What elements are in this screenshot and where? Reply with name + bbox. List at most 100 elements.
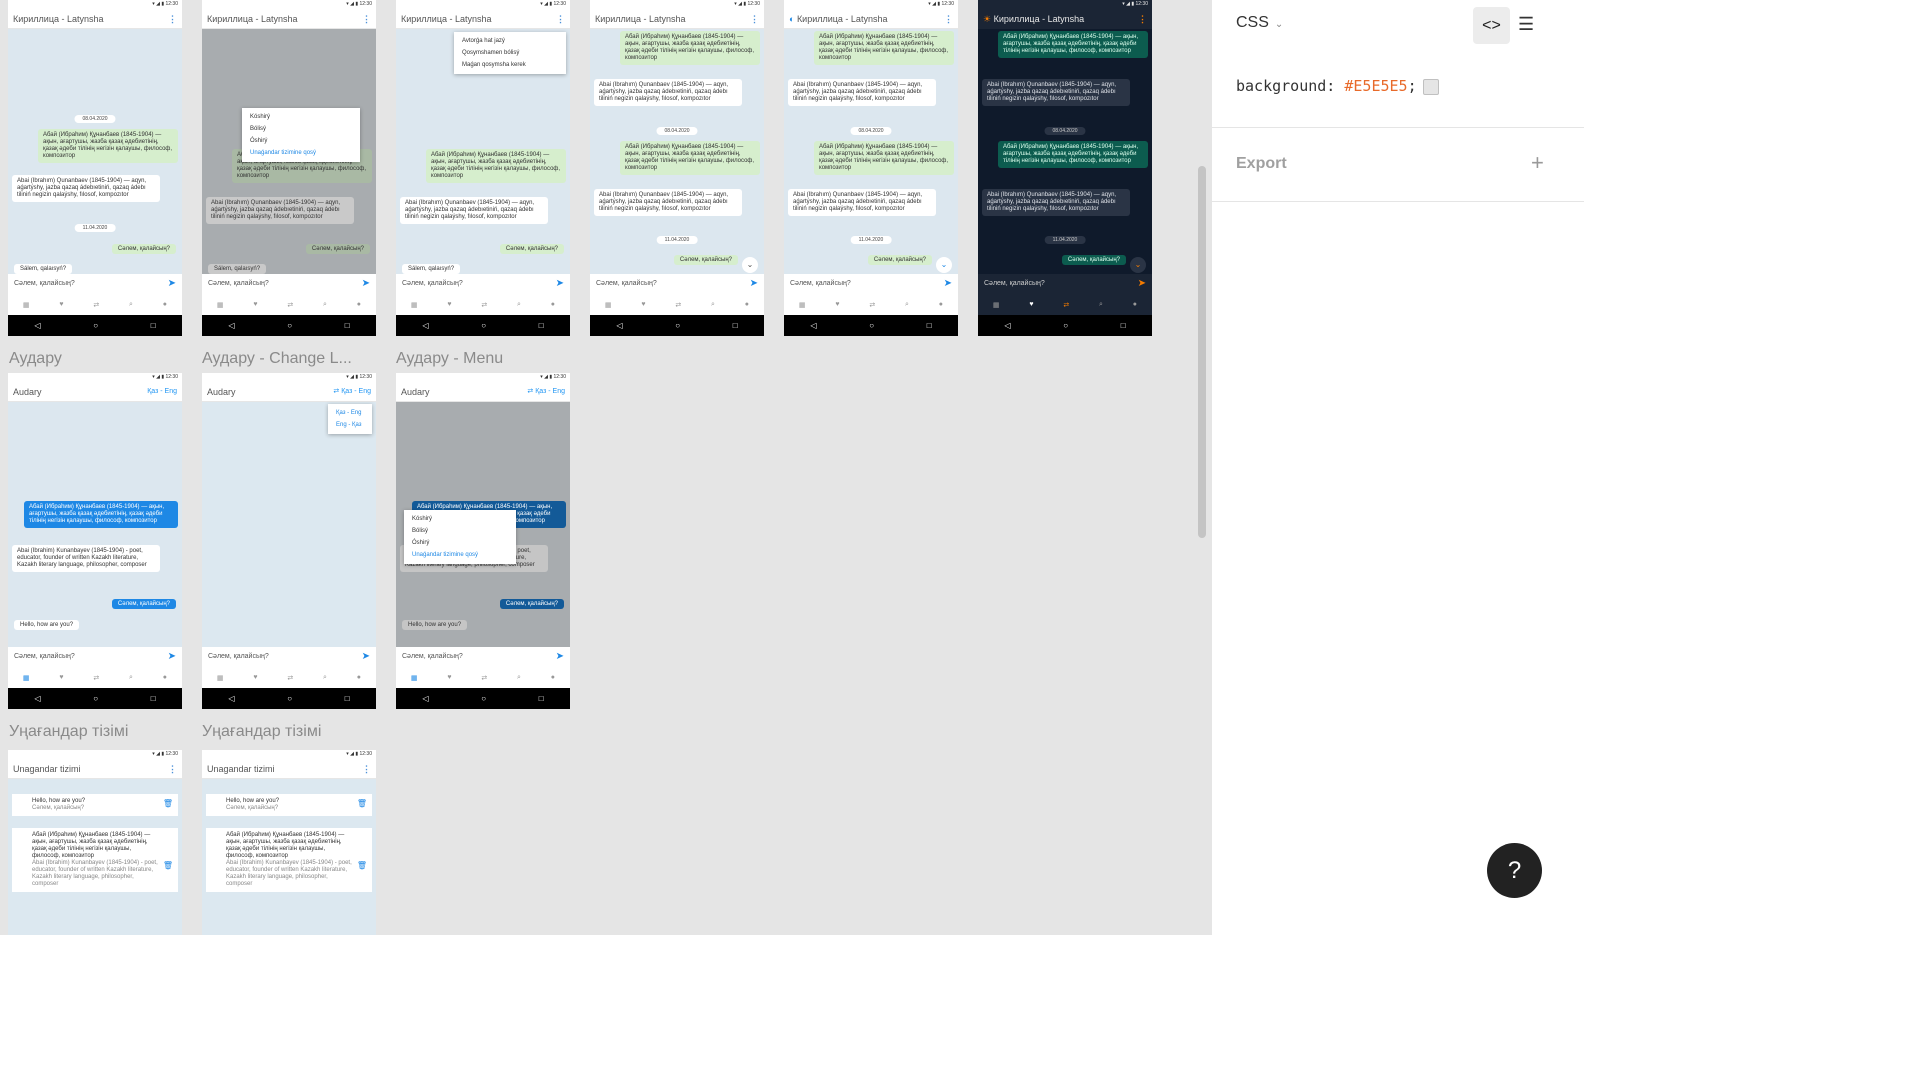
home-icon[interactable]: ○ (675, 321, 680, 330)
frame-audary-change-language[interactable]: ▾ ◢ ▮ 12:30 Audary ⇄ Қаз - Eng Қаз - Eng … (202, 373, 376, 709)
message-bubble[interactable]: Абай (Ибраһим) Құнанбаев (1845-1904) — а… (620, 141, 760, 175)
convert-tab-icon[interactable]: ⇄ (481, 301, 487, 309)
frame-label[interactable]: Уңағандар тізімі (202, 723, 376, 741)
frame-label[interactable]: Аудару - Menu (396, 350, 570, 368)
more-icon[interactable]: ⋮ (362, 9, 371, 28)
more-icon[interactable]: ⋮ (362, 759, 371, 778)
scroll-down-icon[interactable]: ⌄ (1130, 257, 1146, 273)
frame-audary[interactable]: ▾ ◢ ▮ 12:30 Кириллица - Latynsha ⋮ 08.04.… (8, 0, 182, 336)
translate-tab-icon[interactable]: ▦ (23, 301, 30, 309)
canvas-scrollbar[interactable] (1198, 166, 1206, 538)
home-icon[interactable]: ○ (287, 694, 292, 703)
menu-delete[interactable]: Óshirý (242, 135, 360, 147)
favorites-tab-icon[interactable]: ♥ (835, 301, 839, 308)
more-icon[interactable]: ⋮ (168, 759, 177, 778)
recents-icon[interactable]: □ (345, 694, 350, 703)
profile-tab-icon[interactable]: ● (745, 301, 749, 308)
send-icon[interactable]: ➤ (1138, 274, 1146, 294)
home-icon[interactable]: ○ (481, 694, 486, 703)
home-icon[interactable]: ○ (869, 321, 874, 330)
convert-tab-icon[interactable]: ⇄ (93, 674, 99, 682)
code-view-icon[interactable]: <> (1473, 7, 1510, 44)
send-icon[interactable]: ➤ (362, 647, 370, 667)
favorites-tab-icon[interactable]: ♥ (59, 674, 63, 681)
translate-tab-icon[interactable]: ▦ (993, 301, 1000, 309)
scroll-down-icon[interactable]: ⌄ (936, 257, 952, 273)
message-input[interactable]: Сәлем, қалайсың? ➤ (396, 274, 570, 294)
translation-bubble[interactable]: Abai (Ibrahım) Qunanbaev (1845-1904) — a… (982, 189, 1130, 216)
frame-audary-light-theme[interactable]: ▾ ◢ ▮ 12:30 ◐ Кириллица - Latynsha ⋮ Абай… (784, 0, 958, 336)
translate-tab-icon[interactable]: ▦ (411, 301, 418, 309)
send-icon[interactable]: ➤ (944, 274, 952, 294)
search-tab-icon[interactable]: ⌕ (517, 674, 521, 682)
list-item[interactable]: Абай (Ибраһим) Құнанбаев (1845-1904) — а… (12, 828, 178, 892)
reply-bubble[interactable]: Сәлем, қалайсың? (673, 255, 738, 265)
reply-translation[interactable]: Hello, how are you? (402, 620, 468, 630)
reply-translation[interactable]: Hello, how are you? (208, 620, 274, 630)
back-icon[interactable]: ◁ (616, 321, 622, 330)
design-canvas[interactable]: ▾ ◢ ▮ 12:30 Кириллица - Latynsha ⋮ 08.04.… (0, 0, 1212, 935)
convert-tab-icon[interactable]: ⇄ (675, 301, 681, 309)
message-bubble[interactable]: Абай (Ибраһим) Құнанбаев (1845-1904) — а… (426, 149, 566, 183)
trash-icon[interactable]: 🗑 (163, 862, 173, 870)
more-icon[interactable]: ⋮ (750, 9, 759, 28)
translate-tab-icon[interactable]: ▦ (217, 301, 224, 309)
translation-bubble[interactable]: Abai (Ibrahım) Qunanbaev (1845-1904) — a… (982, 79, 1130, 106)
favorites-tab-icon[interactable]: ♥ (1029, 301, 1033, 308)
reply-bubble[interactable]: Сәлем, қалайсың? (305, 599, 370, 609)
search-tab-icon[interactable]: ⌕ (323, 301, 327, 309)
search-tab-icon[interactable]: ⌕ (129, 674, 133, 682)
search-tab-icon[interactable]: ⌕ (129, 301, 133, 309)
css-code[interactable]: background: #E5E5E5; (1236, 77, 1439, 95)
recents-icon[interactable]: □ (733, 321, 738, 330)
reply-bubble[interactable]: Сәлем, қалайсың? (499, 244, 564, 254)
message-bubble[interactable]: Абай (Ибраһим) Құнанбаев (1845-1904) — а… (218, 501, 372, 528)
frame-label[interactable]: Аудару - Change L... (202, 350, 376, 368)
translate-tab-icon[interactable]: ▦ (217, 674, 224, 682)
translate-tab-icon[interactable]: ▦ (23, 674, 30, 682)
list-item[interactable]: Hello, how are you? Сәлем, қалайсың? 🗑 (12, 794, 178, 816)
color-swatch[interactable] (1422, 78, 1439, 95)
language-switch[interactable]: ⇄ Қаз - Eng (527, 382, 565, 401)
message-bubble[interactable]: Абай (Ибраһим) Құнанбаев (1845-1904) — а… (24, 501, 178, 528)
profile-tab-icon[interactable]: ● (163, 674, 167, 681)
menu-copy[interactable]: Kóshirý (242, 111, 360, 123)
home-icon[interactable]: ○ (481, 321, 486, 330)
more-icon[interactable]: ⋮ (944, 9, 953, 28)
add-export-icon[interactable]: + (1531, 150, 1544, 176)
message-input[interactable]: Сәлем, қалайсың? ➤ (8, 274, 182, 294)
recents-icon[interactable]: □ (539, 321, 544, 330)
home-icon[interactable]: ○ (1063, 321, 1068, 330)
reply-bubble[interactable]: Сәлем, қалайсың? (111, 599, 176, 609)
frame-favorites-list[interactable]: ▾ ◢ ▮ 12:30 Unagandar tizimi ⋮ Hello, how… (8, 750, 182, 935)
list-view-icon[interactable]: ☰ (1518, 14, 1534, 35)
message-bubble[interactable]: Абай (Ибраһим) Құнанбаев (1845-1904) — а… (814, 31, 954, 65)
recents-icon[interactable]: □ (151, 694, 156, 703)
frame-audary-context[interactable]: ▾ ◢ ▮ 12:30 Кириллица - Latynsha⋮ Абай (… (202, 0, 376, 336)
trash-icon[interactable]: 🗑 (163, 800, 173, 808)
frame-audary-translate[interactable]: ▾ ◢ ▮ 12:30 Audary Қаз - Eng Абай (Ибраһи… (8, 373, 182, 709)
translation-bubble[interactable]: Abai (Ibrahım) Qunanbaev (1845-1904) — a… (594, 79, 742, 106)
message-bubble[interactable]: Абай (Ибраһим) Құнанбаев (1845-1904) — а… (38, 129, 178, 163)
more-icon[interactable]: ⋮ (556, 9, 565, 28)
frame-label[interactable]: Уңағандар тізімі (9, 723, 183, 741)
lang-option[interactable]: Eng - Қаз (328, 419, 372, 431)
code-language-select[interactable]: CSS ⌄ (1236, 14, 1283, 32)
convert-tab-icon[interactable]: ⇄ (287, 674, 293, 682)
convert-tab-icon[interactable]: ⇄ (1063, 301, 1069, 309)
back-icon[interactable]: ◁ (422, 321, 428, 330)
recents-icon[interactable]: □ (345, 321, 350, 330)
language-switch[interactable]: Қаз - Eng (147, 382, 177, 401)
message-input[interactable]: Сәлем, қалайсың? ➤ (202, 647, 376, 667)
home-icon[interactable]: ○ (93, 321, 98, 330)
trash-icon[interactable]: 🗑 (357, 800, 367, 808)
reply-bubble[interactable]: Сәлем, қалайсың? (499, 599, 564, 609)
profile-tab-icon[interactable]: ● (357, 301, 361, 308)
list-item[interactable]: Абай (Ибраһим) Құнанбаев (1845-1904) — а… (206, 828, 372, 892)
translation-bubble[interactable]: Abai (Ibrahim) Kunanbayev (1845-1904) - … (206, 545, 354, 572)
back-icon[interactable]: ◁ (228, 694, 234, 703)
translation-bubble[interactable]: Abai (Ibrahım) Qunanbaev (1845-1904) — a… (12, 175, 160, 202)
search-tab-icon[interactable]: ⌕ (711, 301, 715, 309)
profile-tab-icon[interactable]: ● (551, 301, 555, 308)
translation-bubble[interactable]: Abai (Ibrahım) Qunanbaev (1845-1904) — a… (206, 197, 354, 224)
